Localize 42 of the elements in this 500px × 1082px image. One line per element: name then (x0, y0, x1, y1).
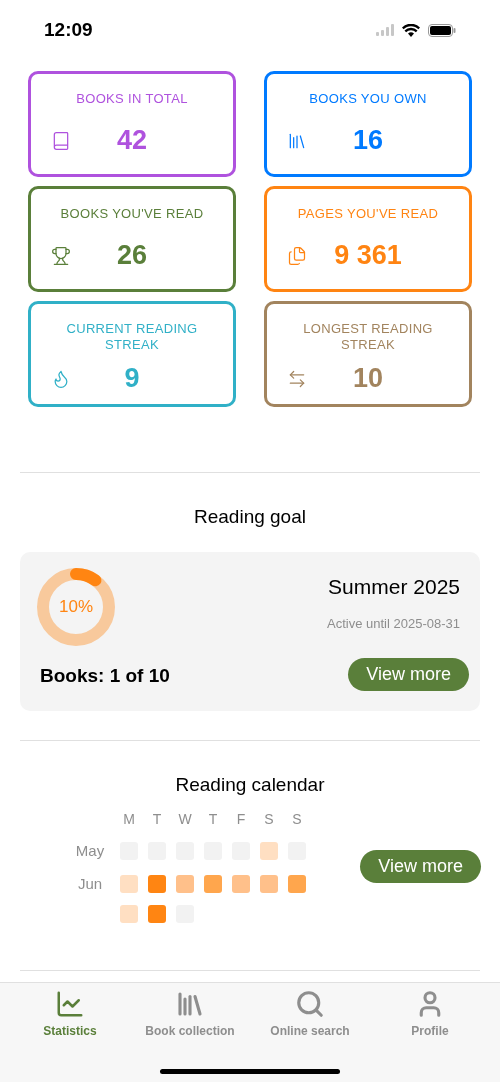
stat-label: BOOKS IN TOTAL (75, 91, 189, 107)
weekday-label: S (263, 810, 275, 829)
goal-title: Summer 2025 (328, 573, 460, 600)
wifi-icon (402, 23, 420, 37)
trophy-icon (51, 245, 71, 266)
section-heading: Reading goal (193, 505, 307, 529)
goal-subtitle: Active until 2025-08-31 (327, 615, 460, 633)
weekday-label: S (291, 810, 303, 829)
pages-icon (287, 245, 307, 266)
weekday-label: T (207, 810, 219, 829)
stat-label: LONGEST READING STREAK (302, 321, 434, 353)
search-icon (295, 989, 325, 1019)
weekday-label: M (122, 810, 136, 829)
tab-item[interactable]: Statistics (10, 989, 130, 1040)
stat-value: 42 (115, 124, 148, 158)
weekday-label: F (235, 810, 247, 829)
stat-value: 16 (351, 124, 384, 158)
stat-label: BOOKS YOU OWN (308, 91, 428, 107)
chart-icon (55, 989, 85, 1019)
stat-label: CURRENT READING STREAK (65, 321, 199, 353)
tab-item[interactable]: Profile (370, 989, 490, 1040)
percent-label: 10% (59, 596, 93, 617)
month-label: Jun (77, 875, 103, 892)
stat-value: 26 (115, 239, 148, 273)
view-more-button[interactable]: View more (360, 849, 481, 883)
stat-value: 9 361 (333, 239, 403, 273)
arrows-icon (287, 368, 307, 389)
section-heading: Reading calendar (174, 772, 326, 797)
tab-item[interactable]: Book collection (130, 989, 250, 1040)
signal-icon (376, 24, 394, 36)
weekday-label: T (151, 810, 163, 829)
stat-value: 9 (123, 362, 141, 396)
weekday-label: W (177, 810, 193, 829)
battery-icon (428, 23, 456, 37)
tab-item[interactable]: Online search (250, 989, 370, 1040)
clock-time: 12:09 (44, 17, 93, 42)
stat-label: PAGES YOU'VE READ (296, 206, 440, 222)
month-label: May (75, 842, 105, 859)
book-icon (51, 130, 71, 151)
stat-label: BOOKS YOU'VE READ (59, 206, 205, 222)
view-more-button[interactable]: View more (348, 657, 469, 691)
stat-value: 10 (351, 362, 384, 396)
